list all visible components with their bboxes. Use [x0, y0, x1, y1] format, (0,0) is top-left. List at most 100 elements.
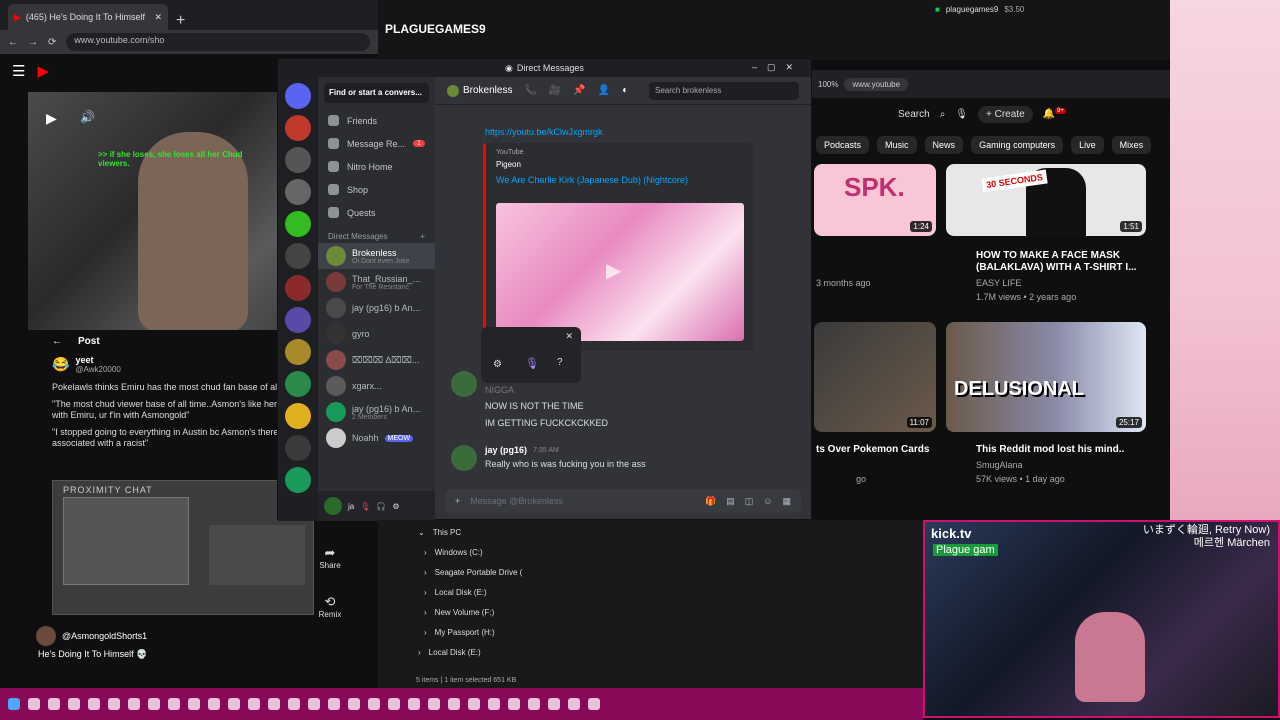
taskbar-app-icon[interactable] [548, 698, 560, 710]
dm-item[interactable]: gyro [318, 321, 435, 347]
taskbar-app-icon[interactable] [208, 698, 220, 710]
taskbar-app-icon[interactable] [108, 698, 120, 710]
back-icon[interactable]: ← [8, 37, 18, 48]
create-button[interactable]: + Create [978, 105, 1033, 123]
add-attachment-icon[interactable]: + [455, 496, 460, 506]
emoji-icon[interactable]: ☺ [763, 496, 772, 507]
nav-quests[interactable]: Quests [318, 201, 435, 224]
server-icon[interactable] [285, 435, 311, 461]
reload-icon[interactable]: ⟳ [48, 37, 56, 48]
mic-icon[interactable]: 🎙 [955, 109, 968, 120]
chip[interactable]: Podcasts [816, 136, 870, 154]
taskbar-app-icon[interactable] [248, 698, 260, 710]
url-field[interactable]: www.youtube [844, 77, 909, 91]
tree-item[interactable]: › Local Disk (E:) [418, 642, 883, 662]
apps-icon[interactable]: ▦ [782, 496, 791, 507]
server-icon[interactable] [285, 467, 311, 493]
dm-item[interactable]: That_Russian_... For The Resistanc [318, 269, 435, 295]
message-author[interactable]: jay (pg16) [485, 445, 527, 455]
tree-item[interactable]: › Seagate Portable Drive ( [418, 562, 883, 582]
pin-icon[interactable]: 📌 [573, 85, 585, 96]
taskbar-app-icon[interactable] [128, 698, 140, 710]
play-icon[interactable]: ▶ [46, 110, 57, 127]
taskbar-app-icon[interactable] [88, 698, 100, 710]
taskbar-app-icon[interactable] [448, 698, 460, 710]
search-icon[interactable]: ⌕ [940, 109, 946, 120]
profile-icon[interactable]: ◐ [622, 85, 628, 96]
search-input[interactable]: Search brokenless [649, 81, 799, 100]
message-link[interactable]: https://youtu.be/kClwJxgmrgk [485, 127, 603, 137]
forward-icon[interactable]: → [28, 37, 38, 48]
youtube-logo[interactable]: ▶ [37, 62, 49, 80]
post-author[interactable]: yeet [75, 355, 120, 365]
video-call-icon[interactable]: 🎥 [549, 85, 561, 96]
sticker-icon[interactable]: ◫ [745, 496, 754, 507]
video-thumbnail[interactable]: 30 SECONDS 1:51 [946, 164, 1146, 236]
video-thumbnail[interactable]: 11:07 [814, 322, 936, 432]
tree-item[interactable]: › My Passport (H:) [418, 622, 883, 642]
gear-icon[interactable]: ⚙ [392, 502, 399, 511]
taskbar-app-icon[interactable] [328, 698, 340, 710]
taskbar-app-icon[interactable] [268, 698, 280, 710]
server-icon[interactable] [285, 115, 311, 141]
chip[interactable]: Live [1071, 136, 1104, 154]
embed-title[interactable]: We Are Charlie Kirk (Japanese Dub) (Nigh… [486, 169, 753, 185]
mute-icon[interactable]: 🎙 [360, 502, 370, 511]
taskbar-app-icon[interactable] [368, 698, 380, 710]
dm-item[interactable]: xgarx... [318, 373, 435, 399]
server-icon[interactable] [285, 403, 311, 429]
taskbar-app-icon[interactable] [48, 698, 60, 710]
taskbar-app-icon[interactable] [288, 698, 300, 710]
taskbar-app-icon[interactable] [468, 698, 480, 710]
taskbar-app-icon[interactable] [488, 698, 500, 710]
taskbar-app-icon[interactable] [388, 698, 400, 710]
nav-nitro[interactable]: Nitro Home [318, 155, 435, 178]
account-chip[interactable]: ■ plaguegames9 $3.50 [935, 5, 1024, 14]
server-icon[interactable] [285, 243, 311, 269]
tree-item[interactable]: ⌄ This PC [418, 522, 883, 542]
server-icon[interactable] [285, 147, 311, 173]
volume-icon[interactable]: 🔊 [80, 110, 95, 124]
call-icon[interactable]: 📞 [524, 85, 536, 96]
dm-item[interactable]: jay (pg16) b An... [318, 295, 435, 321]
window-controls[interactable]: –▢✕ [752, 62, 803, 73]
new-tab-icon[interactable]: + [176, 12, 185, 30]
close-icon[interactable]: ✕ [154, 12, 162, 23]
dm-item[interactable]: ⌧⌧⌧ ∆⌧⌧... [318, 347, 435, 373]
server-icon[interactable] [285, 179, 311, 205]
channel-name[interactable]: SmugAlana [976, 460, 1023, 470]
share-button[interactable]: ➦ Share [318, 545, 342, 570]
find-conversation-button[interactable]: Find or start a convers... [324, 83, 429, 103]
avatar[interactable] [324, 497, 342, 515]
taskbar-app-icon[interactable] [308, 698, 320, 710]
notifications-icon[interactable]: 🔔 9+ [1043, 108, 1066, 120]
taskbar-app-icon[interactable] [228, 698, 240, 710]
embed-author[interactable]: Pigeon [486, 156, 753, 169]
back-icon[interactable]: ← [52, 336, 62, 347]
server-icon[interactable] [285, 339, 311, 365]
gift-icon[interactable]: 🎁 [705, 496, 716, 507]
server-icon[interactable] [285, 275, 311, 301]
search-field[interactable]: Search [898, 109, 930, 120]
message-input[interactable]: + Message @Brokenless 🎁 ▤ ◫ ☺ ▦ [445, 489, 801, 513]
taskbar-app-icon[interactable] [168, 698, 180, 710]
headset-icon[interactable]: 🎧 [376, 502, 386, 511]
nav-friends[interactable]: Friends [318, 109, 435, 132]
gear-icon[interactable]: ⚙ [493, 359, 502, 370]
gif-icon[interactable]: ▤ [726, 496, 735, 507]
close-icon[interactable]: ✕ [565, 331, 573, 342]
play-icon[interactable]: ▶ [606, 258, 621, 283]
discord-home-icon[interactable] [285, 83, 311, 109]
tree-item[interactable]: › Windows (C:) [418, 542, 883, 562]
taskbar-app-icon[interactable] [588, 698, 600, 710]
video-title[interactable]: HOW TO MAKE A FACE MASK (BALAKLAVA) WITH… [976, 250, 1156, 274]
taskbar-app-icon[interactable] [188, 698, 200, 710]
dm-item[interactable]: Noahh MEOW [318, 425, 435, 451]
tree-item[interactable]: › Local Disk (E:) [418, 582, 883, 602]
add-friend-icon[interactable]: 👤 [598, 85, 610, 96]
browser-tab[interactable]: ▶ (465) He's Doing It To Himself ✕ [8, 4, 168, 30]
channel-name[interactable]: @AsmongoldShorts1 [62, 631, 147, 641]
taskbar-app-icon[interactable] [148, 698, 160, 710]
taskbar-app-icon[interactable] [68, 698, 80, 710]
chip[interactable]: News [924, 136, 964, 154]
